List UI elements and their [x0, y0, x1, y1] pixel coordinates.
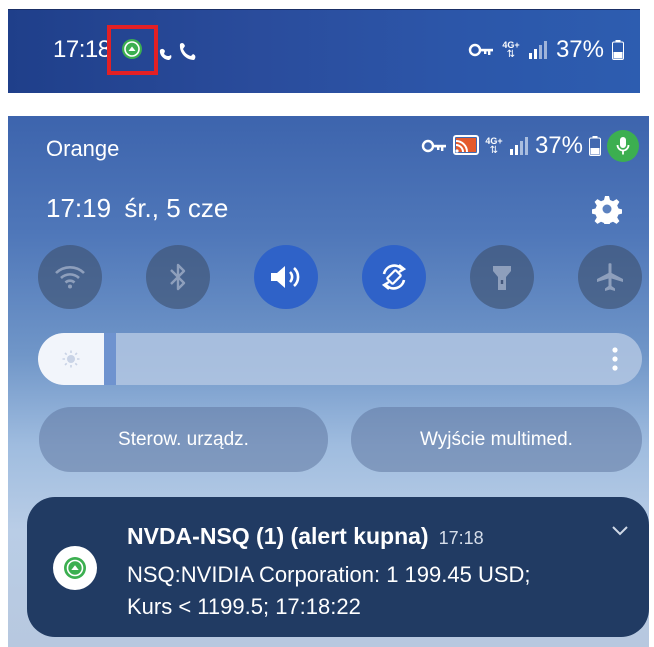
- media-output-label: Wyjście multimed.: [420, 428, 573, 450]
- brightness-slider[interactable]: [38, 333, 642, 385]
- panel-status-indicators: 4G+ ⇅ 37%: [421, 130, 639, 162]
- status-bar[interactable]: 17:18 4G+ ⇅ 37%: [8, 9, 640, 93]
- carrier-name: Orange: [46, 136, 120, 161]
- media-output-button[interactable]: Wyjście multimed.: [351, 407, 642, 472]
- battery-icon: [612, 40, 624, 60]
- missed-call-icon: [159, 42, 196, 60]
- bluetooth-icon: [170, 263, 186, 291]
- stock-alert-notification[interactable]: NVDA-NSQ (1) (alert kupna) 17:18 NSQ:NVID…: [27, 497, 649, 637]
- panel-date: śr., 5 cze: [124, 193, 229, 223]
- wifi-icon: [55, 266, 85, 289]
- speaker-icon: [271, 266, 300, 288]
- notification-time: 17:18: [438, 528, 484, 548]
- bluetooth-toggle[interactable]: [146, 245, 210, 309]
- notification-title-row: NVDA-NSQ (1) (alert kupna) 17:18: [127, 523, 484, 550]
- stock-alert-icon: [64, 557, 86, 579]
- microphone-icon: [616, 137, 630, 155]
- notification-line-1: NSQ:NVIDIA Corporation: 1 199.45 USD;: [127, 562, 531, 587]
- flashlight-icon: [493, 266, 511, 290]
- vpn-key-icon: [468, 43, 493, 57]
- battery-percent: 37%: [534, 132, 583, 159]
- airplane-icon: [597, 263, 623, 291]
- signal-icon: [528, 41, 547, 59]
- chevron-down-icon[interactable]: [611, 525, 629, 537]
- quick-settings-row: [38, 245, 648, 311]
- notification-line-2: Kurs < 1199.5; 17:18:22: [127, 594, 361, 619]
- auto-rotate-toggle[interactable]: [362, 245, 426, 309]
- notification-body: NSQ:NVIDIA Corporation: 1 199.45 USD; Ku…: [127, 559, 607, 623]
- notification-title: NVDA-NSQ (1) (alert kupna): [127, 523, 429, 549]
- highlight-frame: [107, 25, 158, 75]
- battery-percent: 37%: [555, 36, 604, 63]
- flashlight-toggle[interactable]: [470, 245, 534, 309]
- battery-icon: [589, 136, 601, 156]
- mic-in-use-indicator[interactable]: [607, 130, 639, 162]
- brightness-slider-handle[interactable]: [104, 333, 116, 385]
- device-control-label: Sterow. urządz.: [118, 428, 249, 450]
- panel-time: 17:19: [46, 193, 112, 223]
- brightness-sun-icon: [62, 350, 80, 368]
- notification-app-icon: [53, 546, 97, 590]
- vpn-key-icon: [421, 139, 446, 153]
- status-time: 17:18: [53, 36, 111, 63]
- network-type-icon: 4G+ ⇅: [502, 39, 520, 60]
- cast-icon: [452, 135, 479, 155]
- more-options-icon[interactable]: [612, 347, 618, 371]
- settings-gear-icon[interactable]: [592, 194, 622, 224]
- panel-datetime: 17:19 śr., 5 cze: [46, 193, 228, 224]
- rotate-icon: [381, 264, 407, 290]
- device-control-button[interactable]: Sterow. urządz.: [39, 407, 328, 472]
- signal-icon: [509, 137, 528, 155]
- wifi-toggle[interactable]: [38, 245, 102, 309]
- quick-panel: Orange 4G+ ⇅ 37% 17:19 śr., 5 cze Sterow…: [8, 116, 649, 647]
- status-indicators: 4G+ ⇅ 37%: [468, 36, 624, 64]
- sound-toggle[interactable]: [254, 245, 318, 309]
- airplane-mode-toggle[interactable]: [578, 245, 642, 309]
- network-type-icon: 4G+ ⇅: [485, 135, 503, 156]
